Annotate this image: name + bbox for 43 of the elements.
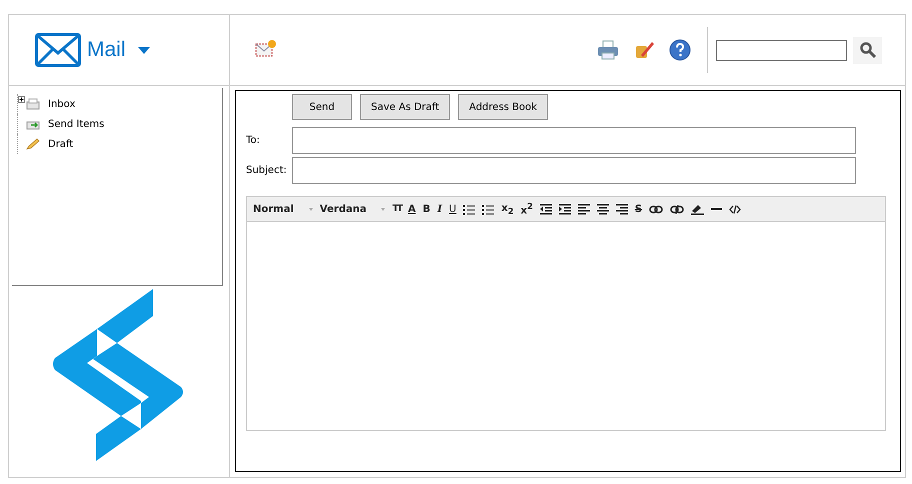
highlighter-icon[interactable] [691, 204, 704, 214]
printer-icon[interactable] [597, 39, 619, 61]
align-right-icon[interactable] [616, 204, 628, 214]
script-tool[interactable]: x$^{2}$ [520, 201, 533, 217]
help-icon[interactable] [669, 39, 691, 61]
link-icon[interactable] [649, 204, 664, 214]
input-field[interactable] [292, 157, 856, 184]
bullet-list-icon[interactable] [482, 204, 494, 214]
font-size-tool[interactable]: TT [392, 204, 401, 214]
folder-item[interactable]: Inbox [48, 98, 76, 110]
action-button[interactable]: Save As Draft [360, 94, 450, 120]
italic-tool[interactable]: I [437, 204, 442, 214]
bold-tool[interactable]: B [422, 204, 430, 214]
input-field[interactable] [292, 127, 856, 154]
envelope-icon [35, 33, 81, 67]
format-dropdown[interactable]: Verdana [320, 204, 366, 214]
script-tool[interactable]: x$_{2}$ [501, 202, 514, 216]
caret-icon[interactable] [138, 46, 150, 54]
align-left-icon[interactable] [578, 204, 590, 214]
search-button[interactable] [853, 36, 882, 64]
folder-item[interactable]: Draft [48, 138, 74, 150]
outdent-icon[interactable] [540, 204, 552, 214]
pencil-icon [26, 138, 40, 150]
tray-icon [26, 98, 40, 110]
expander-icon[interactable] [18, 96, 25, 103]
align-center-icon[interactable] [596, 204, 609, 214]
action-button[interactable]: Send [292, 94, 352, 120]
app-title[interactable]: Mail [87, 38, 126, 62]
search-field[interactable] [716, 40, 847, 60]
code-icon[interactable] [729, 204, 742, 214]
unlink-icon[interactable] [670, 204, 684, 214]
action-button[interactable]: Address Book [458, 94, 548, 120]
pencil-pot-icon[interactable] [633, 39, 655, 61]
field-label: Subject: [246, 165, 288, 176]
folder-item[interactable]: Send Items [48, 118, 104, 130]
strikethrough-tool[interactable]: S [634, 204, 642, 214]
indent-icon[interactable] [558, 204, 571, 214]
text-color-tool[interactable]: A [408, 204, 416, 214]
search-icon [860, 42, 876, 58]
new-mail-icon[interactable] [255, 38, 277, 56]
underline-tool[interactable]: U [449, 204, 456, 214]
field-label: To: [246, 135, 261, 146]
format-dropdown[interactable]: Normal [253, 204, 294, 214]
